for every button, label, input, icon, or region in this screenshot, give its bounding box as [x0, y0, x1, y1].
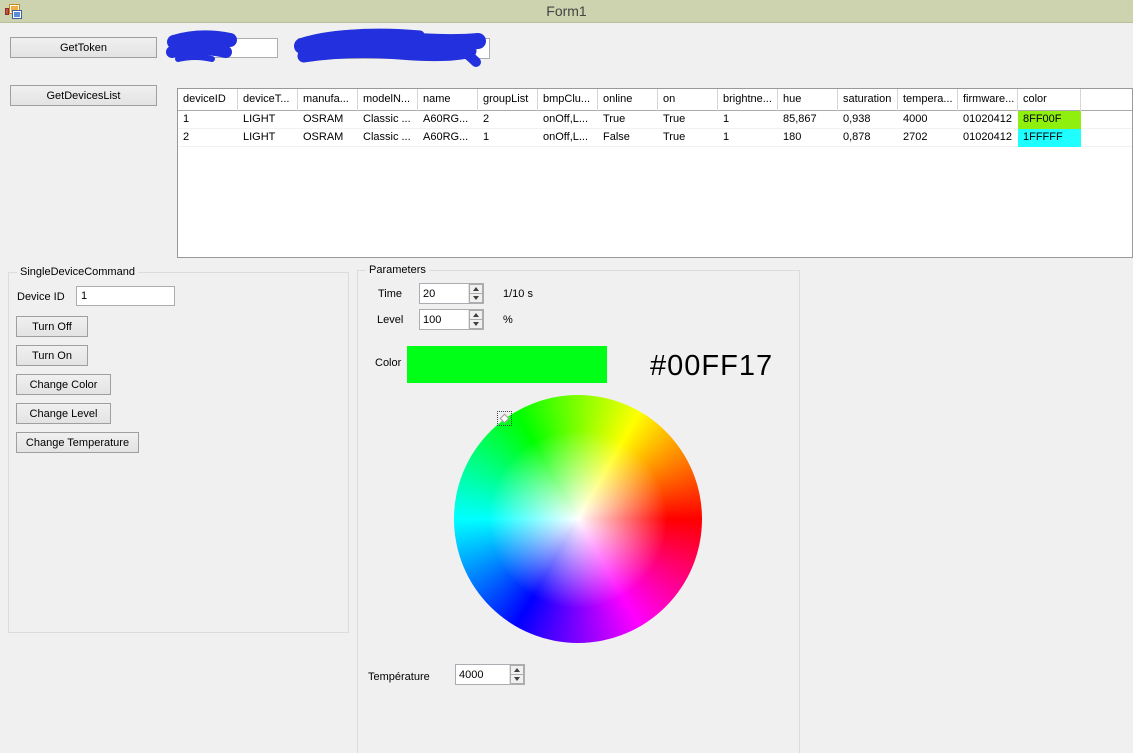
grid-header: deviceIDdeviceT...manufa...modelN...name…: [178, 89, 1132, 111]
turn-on-button[interactable]: Turn On: [16, 345, 88, 366]
get-token-button[interactable]: GetToken: [10, 37, 157, 58]
grid-cell[interactable]: onOff,L...: [538, 129, 598, 147]
level-spin-up-button[interactable]: [469, 310, 483, 319]
color-hex-value: #00FF17: [650, 350, 773, 383]
device-id-label: Device ID: [17, 291, 65, 303]
token-input-1[interactable]: [178, 38, 278, 58]
column-header-online[interactable]: online: [598, 89, 658, 111]
device-id-input[interactable]: [76, 286, 175, 306]
grid-cell[interactable]: 1: [178, 111, 238, 129]
time-label: Time: [378, 288, 402, 300]
window-title: Form1: [0, 3, 1133, 19]
grid-cell[interactable]: True: [658, 129, 718, 147]
temperature-label: Température: [368, 671, 430, 683]
grid-cell[interactable]: onOff,L...: [538, 111, 598, 129]
grid-cell[interactable]: A60RG...: [418, 129, 478, 147]
color-swatch: [407, 346, 607, 383]
column-header-brightne[interactable]: brightne...: [718, 89, 778, 111]
time-spinner[interactable]: [419, 283, 484, 304]
time-input[interactable]: [420, 284, 468, 303]
column-header-modelN[interactable]: modelN...: [358, 89, 418, 111]
grid-cell[interactable]: A60RG...: [418, 111, 478, 129]
color-label: Color: [375, 357, 401, 369]
grid-cell[interactable]: 2: [478, 111, 538, 129]
grid-cell[interactable]: 1: [718, 129, 778, 147]
grid-cell[interactable]: 4000: [898, 111, 958, 129]
time-spin-down-button[interactable]: [469, 293, 483, 303]
change-temperature-button[interactable]: Change Temperature: [16, 432, 139, 453]
grid-cell[interactable]: LIGHT: [238, 111, 298, 129]
color-wheel-marker[interactable]: [497, 411, 512, 426]
temperature-spin-down-button[interactable]: [510, 674, 524, 684]
column-header-on[interactable]: on: [658, 89, 718, 111]
column-header-groupList[interactable]: groupList: [478, 89, 538, 111]
turn-off-button[interactable]: Turn Off: [16, 316, 88, 337]
time-spin-up-button[interactable]: [469, 284, 483, 293]
grid-cell[interactable]: 1: [478, 129, 538, 147]
level-unit-label: %: [503, 314, 513, 326]
grid-cell[interactable]: LIGHT: [238, 129, 298, 147]
change-color-button[interactable]: Change Color: [16, 374, 111, 395]
grid-cell[interactable]: 8FF00F: [1018, 111, 1081, 129]
column-header-name[interactable]: name: [418, 89, 478, 111]
level-spin-down-button[interactable]: [469, 319, 483, 329]
grid-cell[interactable]: 1FFFFF: [1018, 129, 1081, 147]
column-header-hue[interactable]: hue: [778, 89, 838, 111]
get-devices-list-button[interactable]: GetDevicesList: [10, 85, 157, 106]
grid-cell[interactable]: 01020412: [958, 129, 1018, 147]
column-header-bmpClu[interactable]: bmpClu...: [538, 89, 598, 111]
column-header-deviceID[interactable]: deviceID: [178, 89, 238, 111]
token-input-2[interactable]: [298, 38, 490, 59]
form1-window: Form1 GetToken GetDevicesList deviceIDde…: [0, 0, 1133, 753]
devices-grid[interactable]: deviceIDdeviceT...manufa...modelN...name…: [177, 88, 1133, 258]
temperature-spinner[interactable]: [455, 664, 525, 685]
column-header-tempera[interactable]: tempera...: [898, 89, 958, 111]
change-level-button[interactable]: Change Level: [16, 403, 111, 424]
grid-cell[interactable]: 0,878: [838, 129, 898, 147]
grid-cell[interactable]: True: [598, 111, 658, 129]
grid-cell[interactable]: OSRAM: [298, 129, 358, 147]
column-header-firmware[interactable]: firmware...: [958, 89, 1018, 111]
grid-cell[interactable]: OSRAM: [298, 111, 358, 129]
column-header-saturation[interactable]: saturation: [838, 89, 898, 111]
temperature-input[interactable]: [456, 665, 509, 684]
grid-cell[interactable]: False: [598, 129, 658, 147]
temperature-spin-up-button[interactable]: [510, 665, 524, 674]
grid-row-1[interactable]: 1LIGHTOSRAMClassic ...A60RG...2onOff,L..…: [178, 111, 1132, 129]
single-device-command-title: SingleDeviceCommand: [17, 266, 138, 278]
parameters-title: Parameters: [366, 264, 429, 276]
grid-cell[interactable]: 85,867: [778, 111, 838, 129]
grid-row-2[interactable]: 2LIGHTOSRAMClassic ...A60RG...1onOff,L..…: [178, 129, 1132, 147]
grid-cell[interactable]: 1: [718, 111, 778, 129]
column-header-deviceT[interactable]: deviceT...: [238, 89, 298, 111]
level-spinner[interactable]: [419, 309, 484, 330]
color-wheel[interactable]: [454, 395, 702, 643]
column-header-color[interactable]: color: [1018, 89, 1081, 111]
column-header-manufa[interactable]: manufa...: [298, 89, 358, 111]
grid-cell[interactable]: Classic ...: [358, 111, 418, 129]
time-unit-label: 1/10 s: [503, 288, 533, 300]
grid-cell[interactable]: 180: [778, 129, 838, 147]
grid-cell[interactable]: 01020412: [958, 111, 1018, 129]
level-label: Level: [377, 314, 403, 326]
title-bar[interactable]: Form1: [0, 0, 1133, 23]
grid-cell[interactable]: 0,938: [838, 111, 898, 129]
grid-cell[interactable]: True: [658, 111, 718, 129]
level-input[interactable]: [420, 310, 468, 329]
grid-cell[interactable]: Classic ...: [358, 129, 418, 147]
grid-cell[interactable]: 2702: [898, 129, 958, 147]
grid-cell[interactable]: 2: [178, 129, 238, 147]
